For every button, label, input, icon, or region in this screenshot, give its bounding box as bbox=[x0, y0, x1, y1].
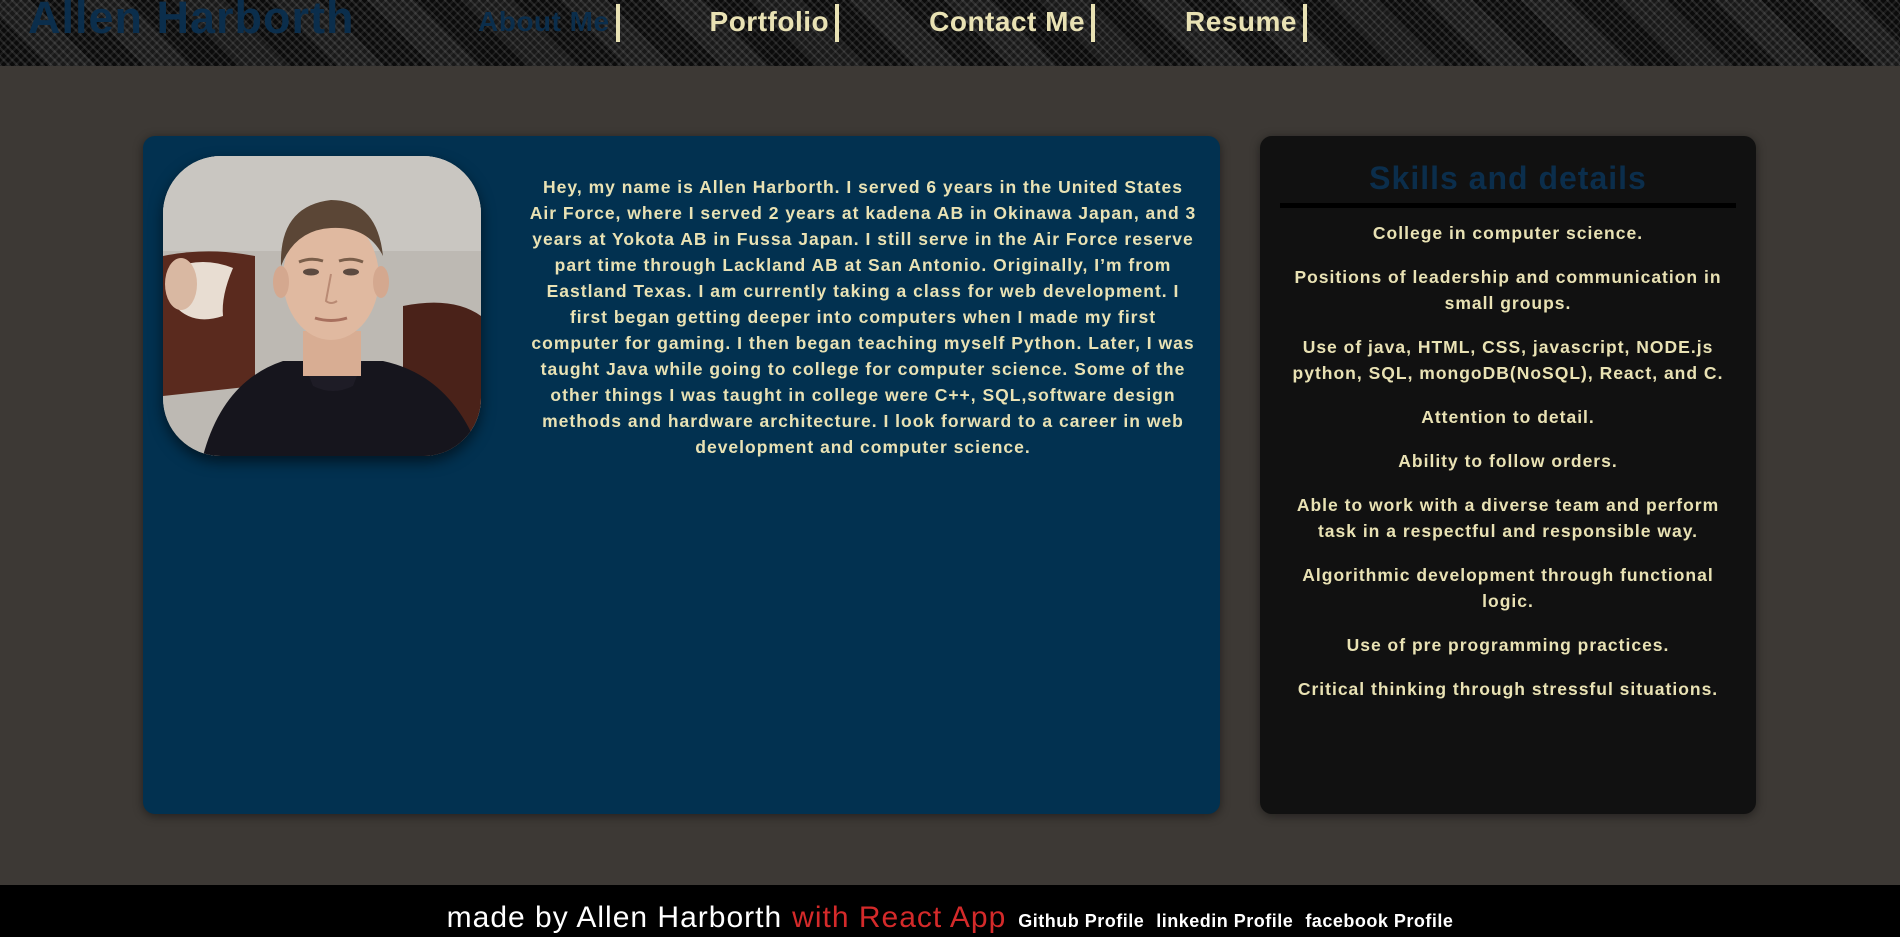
skills-list: College in computer science. Positions o… bbox=[1280, 220, 1736, 720]
skill-item: College in computer science. bbox=[1372, 223, 1644, 243]
skills-title: Skills and details bbox=[1280, 160, 1736, 208]
about-card: Hey, my name is Allen Harborth. I served… bbox=[143, 136, 1220, 814]
nav-resume[interactable]: Resume bbox=[1185, 4, 1307, 42]
nav-portfolio[interactable]: Portfolio bbox=[710, 4, 840, 42]
bio-text: Hey, my name is Allen Harborth. I served… bbox=[529, 177, 1197, 457]
footer-made-by: made by Allen Harborth bbox=[446, 901, 783, 934]
nav-about-me[interactable]: About Me bbox=[478, 4, 620, 42]
profile-photo bbox=[163, 156, 481, 456]
footer-react-note: with React App bbox=[792, 901, 1007, 934]
skill-item: Attention to detail. bbox=[1421, 407, 1595, 427]
skills-card: Skills and details College in computer s… bbox=[1260, 136, 1756, 814]
skill-item: Use of java, HTML, CSS, javascript, NODE… bbox=[1292, 337, 1724, 383]
skill-item: Able to work with a diverse team and per… bbox=[1296, 495, 1720, 541]
github-profile-link[interactable]: Github Profile bbox=[1018, 911, 1144, 932]
facebook-profile-link[interactable]: facebook Profile bbox=[1305, 911, 1453, 932]
skill-item: Ability to follow orders. bbox=[1398, 451, 1618, 471]
site-footer: made by Allen Harborth with React App Gi… bbox=[0, 885, 1900, 937]
profile-photo-image bbox=[163, 156, 481, 456]
nav-contact-me[interactable]: Contact Me bbox=[929, 4, 1096, 42]
site-title[interactable]: Allen Harborth bbox=[28, 0, 355, 44]
linkedin-profile-link[interactable]: linkedin Profile bbox=[1156, 911, 1293, 932]
site-header: Allen Harborth About Me Portfolio Contac… bbox=[0, 0, 1900, 66]
skill-item: Critical thinking through stressful situ… bbox=[1297, 679, 1719, 699]
skill-item: Algorithmic development through function… bbox=[1302, 565, 1714, 611]
skill-item: Use of pre programming practices. bbox=[1346, 635, 1670, 655]
skill-item: Positions of leadership and communicatio… bbox=[1294, 267, 1722, 313]
main-nav: About Me Portfolio Contact Me Resume bbox=[478, 4, 1307, 42]
